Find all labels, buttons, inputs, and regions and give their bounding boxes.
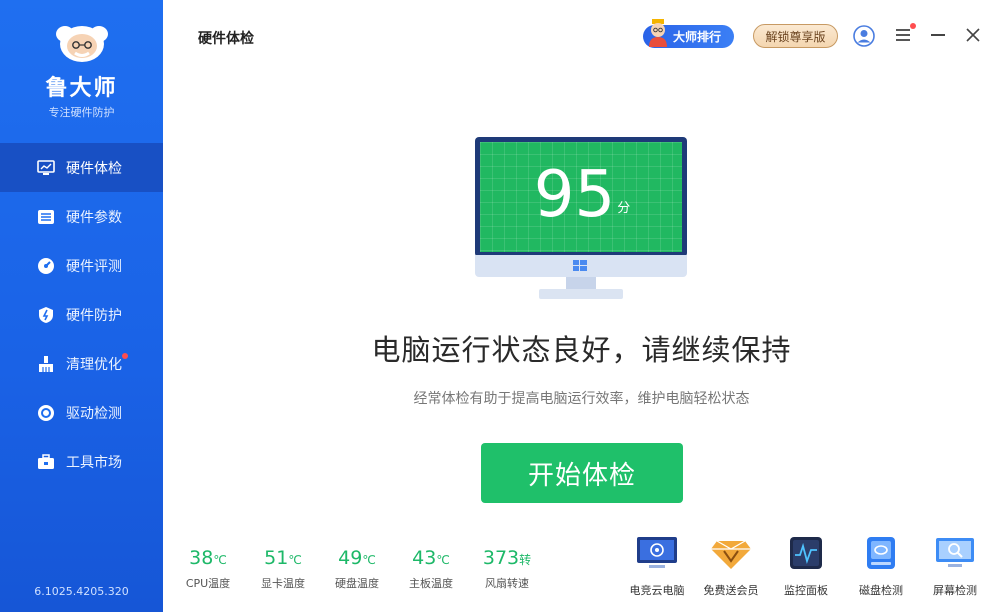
stat-value: 43 [412, 547, 437, 569]
brand-name: 鲁大师 [45, 76, 118, 101]
score-monitor: 95 分 [475, 137, 687, 301]
tool-label: 磁盘检测 [859, 584, 903, 597]
sidebar-item-hardware-checkup[interactable]: 硬件体检 [0, 143, 163, 192]
sidebar-item-label: 清理优化 [66, 356, 122, 373]
monitor-panel-icon [790, 537, 822, 569]
logo: 鲁大师 专注硬件防护 [0, 18, 163, 120]
tool-label: 监控面板 [784, 584, 828, 597]
speedometer-icon [36, 257, 56, 275]
sidebar-item-label: 硬件防护 [66, 307, 122, 324]
sidebar-item-tool-market[interactable]: 工具市场 [0, 437, 163, 486]
unlock-vip-button[interactable]: 解锁尊享版 [753, 24, 838, 48]
sidebar-item-hardware-params[interactable]: 硬件参数 [0, 192, 163, 241]
tool-label: 免费送会员 [703, 584, 759, 597]
user-icon[interactable] [853, 25, 875, 47]
shield-icon [36, 306, 56, 324]
stat-value: 49 [338, 547, 363, 569]
notification-dot [910, 23, 916, 29]
stat-unit: 转 [519, 553, 532, 567]
health-score: 95 分 [480, 160, 682, 248]
stat-label: CPU温度 [185, 577, 231, 590]
sidebar-item-label: 工具市场 [66, 454, 122, 471]
stat-cpu-temp: 38℃ CPU温度 [178, 547, 238, 591]
stat-unit: ℃ [436, 553, 450, 567]
screen-check-icon [936, 538, 974, 567]
sidebar-item-label: 硬件评测 [66, 258, 122, 275]
stat-unit: ℃ [362, 553, 376, 567]
tool-label: 屏幕检测 [933, 584, 977, 597]
start-checkup-button[interactable]: 开始体检 [481, 443, 683, 503]
sidebar-nav: 硬件体检 硬件参数 硬件评测 硬件防护 清理优化 驱动检测 工具市场 [0, 143, 163, 486]
tool-label: 电竞云电脑 [629, 584, 685, 597]
tool-cloud-pc[interactable]: 电竞云电脑 [622, 535, 692, 598]
ranking-label: 大师排行 [673, 30, 722, 44]
master-avatar-icon [649, 19, 667, 47]
stat-board-temp: 43℃ 主板温度 [401, 547, 461, 591]
gear-icon [36, 404, 56, 422]
monitor-icon [36, 159, 56, 177]
stat-value: 38 [189, 547, 214, 569]
tool-disk-check[interactable]: 磁盘检测 [846, 535, 916, 598]
page-title: 硬件体检 [198, 31, 254, 47]
close-icon[interactable] [966, 28, 980, 42]
sidebar-item-label: 硬件体检 [66, 160, 122, 177]
brand-tagline: 专注硬件防护 [48, 106, 115, 119]
stat-label: 硬盘温度 [335, 577, 379, 590]
disk-check-icon [867, 537, 895, 569]
stat-label: 显卡温度 [261, 577, 305, 590]
stat-label: 主板温度 [409, 577, 453, 590]
stat-unit: ℃ [213, 553, 227, 567]
sidebar-item-cleanup[interactable]: 清理优化 [0, 339, 163, 388]
score-unit: 分 [617, 201, 631, 216]
tool-free-vip[interactable]: 免费送会员 [696, 535, 766, 598]
ranking-button[interactable]: 大师排行 [643, 19, 734, 48]
toolbox-icon [36, 453, 56, 471]
stat-value: 373 [482, 547, 520, 569]
sidebar-item-label: 驱动检测 [66, 405, 122, 422]
version-label: 6.1025.4205.320 [34, 585, 129, 598]
tool-screen-check[interactable]: 屏幕检测 [920, 535, 990, 598]
stat-label: 风扇转速 [485, 577, 529, 590]
minimize-icon[interactable] [931, 34, 945, 36]
stat-unit: ℃ [288, 553, 302, 567]
stat-gpu-temp: 51℃ 显卡温度 [253, 547, 313, 591]
status-headline: 电脑运行状态良好，请继续保持 [371, 333, 792, 367]
sidebar-item-driver-check[interactable]: 驱动检测 [0, 388, 163, 437]
stat-value: 51 [264, 547, 289, 569]
stat-fan-speed: 373转 风扇转速 [477, 547, 537, 591]
cloud-pc-icon [637, 537, 677, 568]
sidebar-item-hardware-benchmark[interactable]: 硬件评测 [0, 241, 163, 290]
stat-disk-temp: 49℃ 硬盘温度 [327, 547, 387, 591]
menu-icon[interactable] [895, 27, 913, 43]
windows-logo-icon [573, 260, 587, 271]
sliders-icon [36, 208, 56, 226]
sidebar: 鲁大师 专注硬件防护 硬件体检 硬件参数 硬件评测 硬件防护 清理优化 驱动检测… [0, 0, 163, 612]
sidebar-item-label: 硬件参数 [66, 209, 122, 226]
score-value: 95 [533, 158, 616, 232]
master-lu-logo-icon [55, 26, 108, 62]
vip-diamond-icon [711, 540, 751, 569]
monitor-screen: 95 分 [475, 137, 687, 257]
status-subline: 经常体检有助于提高电脑运行效率，维护电脑轻松状态 [413, 391, 750, 407]
notification-dot [122, 353, 128, 359]
tool-monitor-panel[interactable]: 监控面板 [771, 535, 841, 598]
sidebar-item-hardware-protection[interactable]: 硬件防护 [0, 290, 163, 339]
broom-icon [36, 355, 56, 373]
